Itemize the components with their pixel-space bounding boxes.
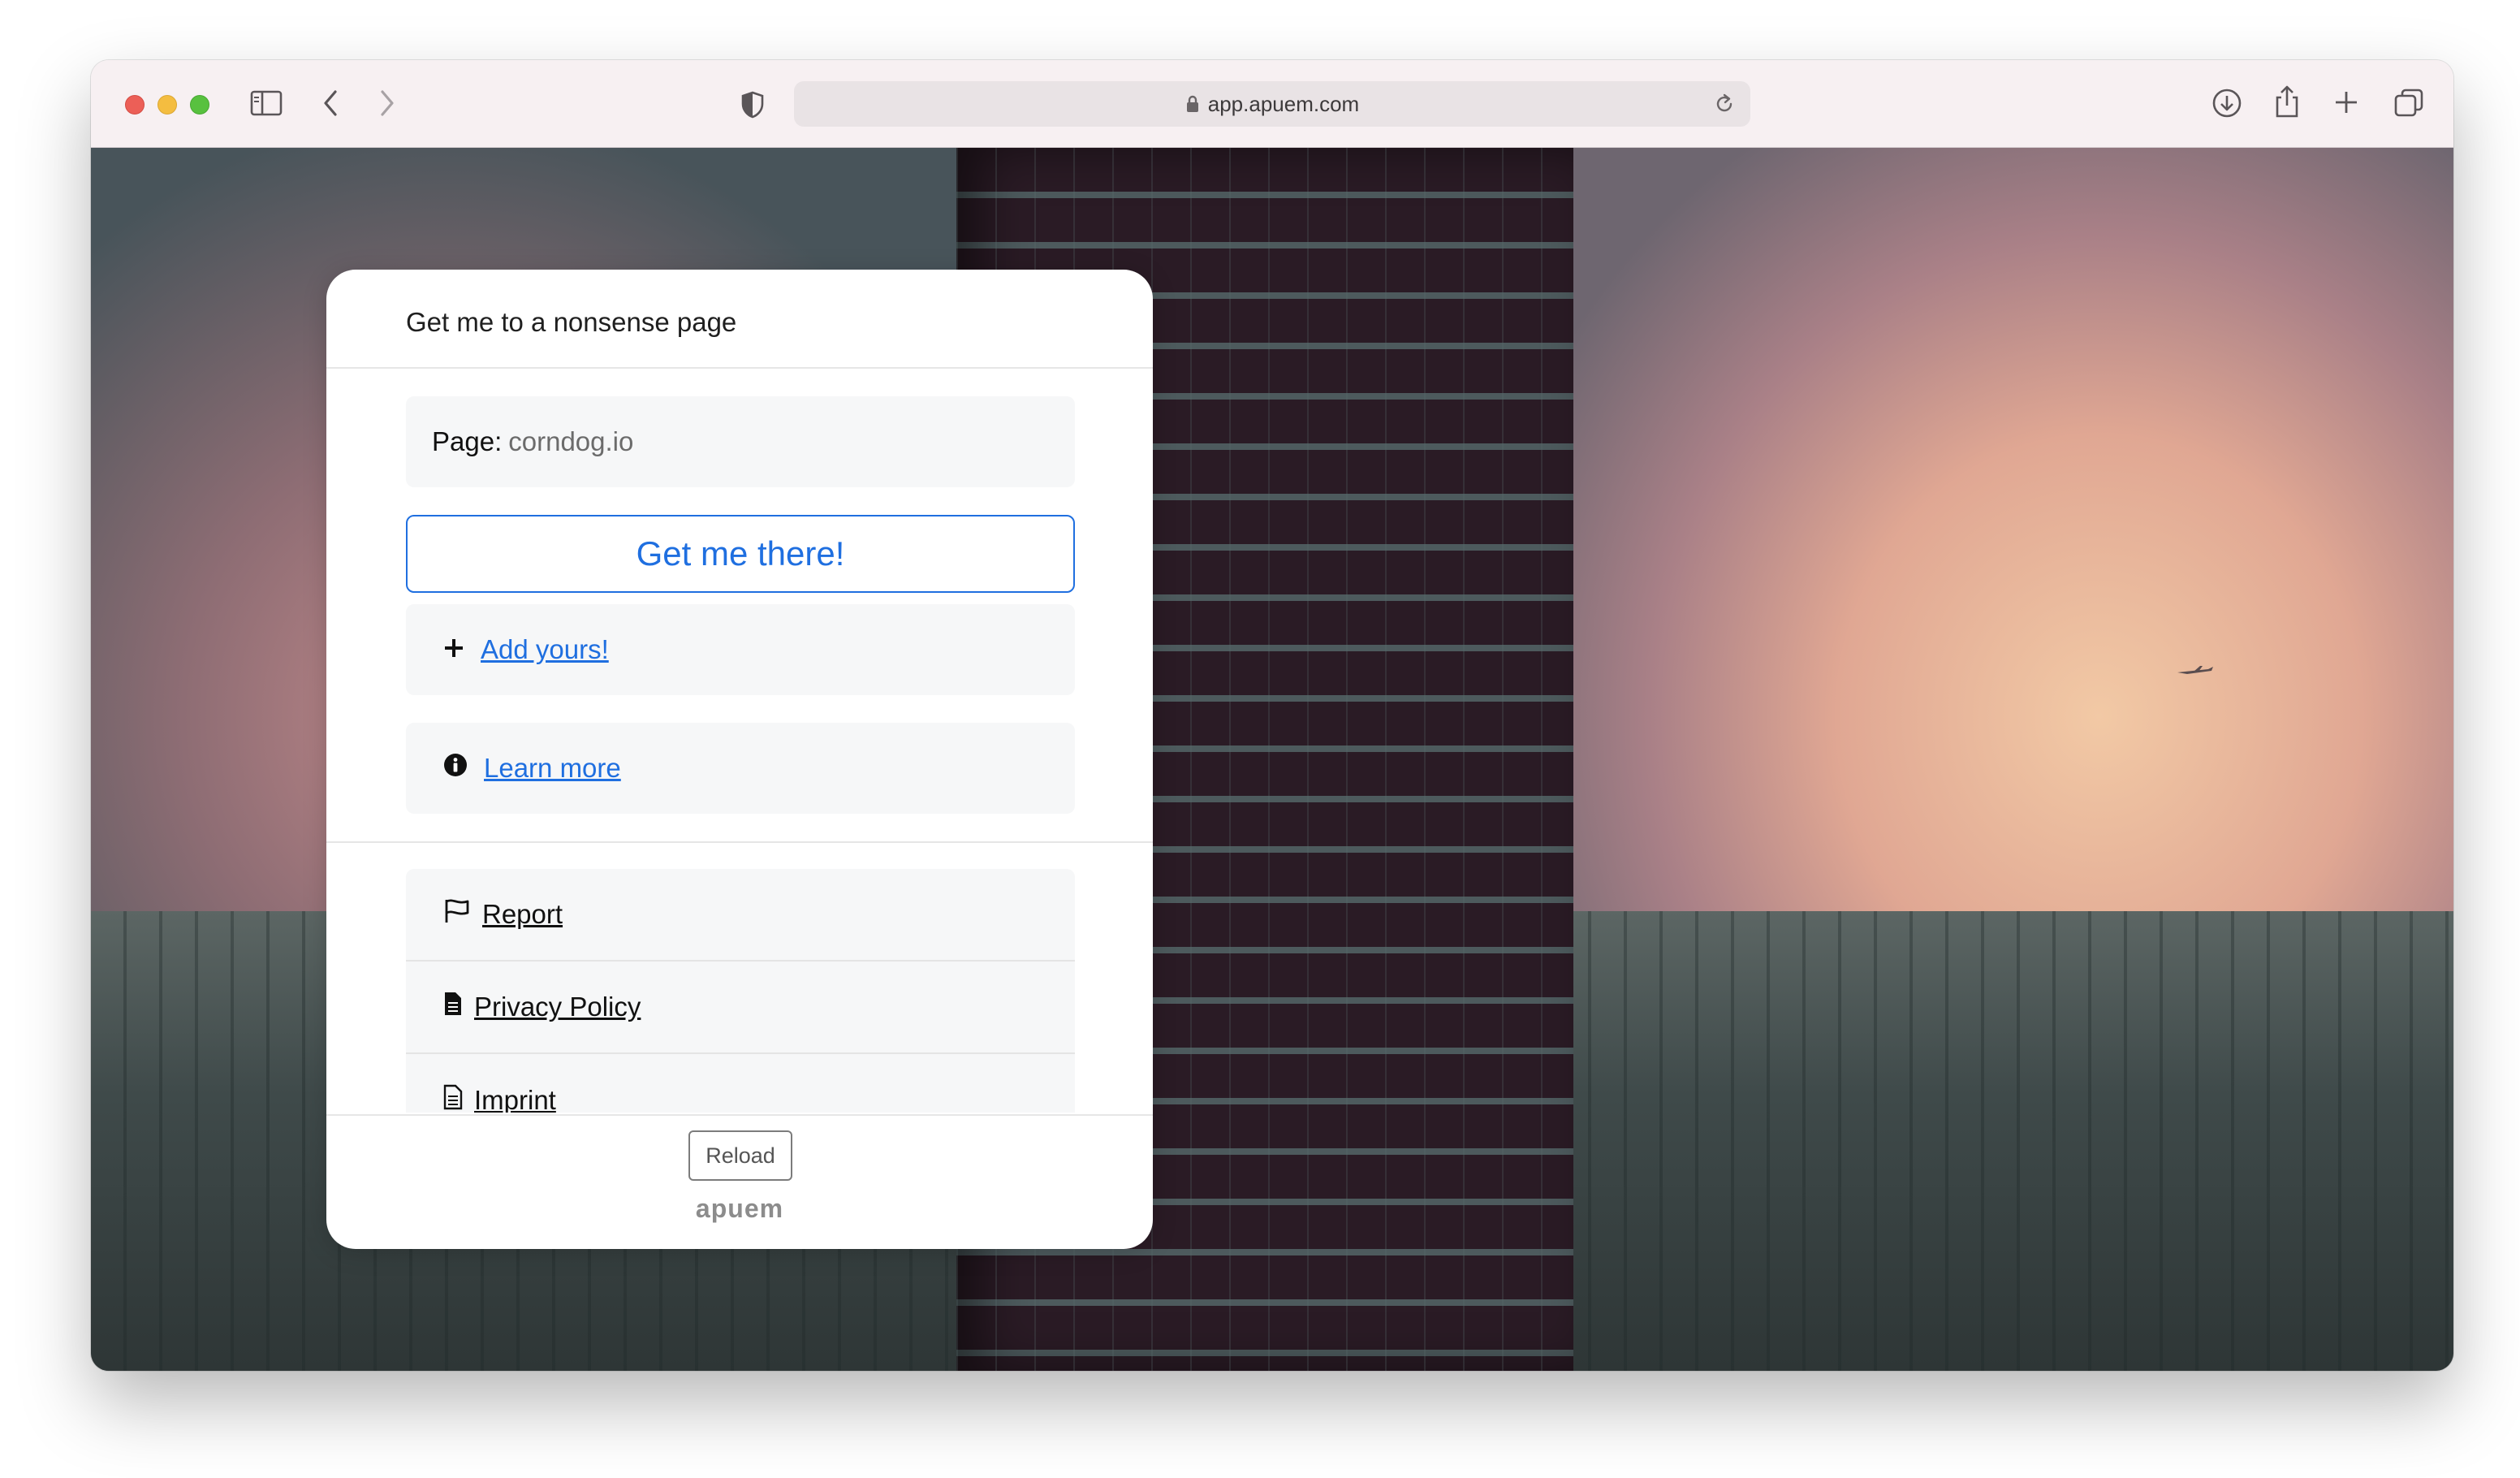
privacy-policy-label: Privacy Policy	[474, 992, 641, 1022]
flag-icon	[443, 898, 471, 931]
redirect-card: Get me to a nonsense page Page: corndog.…	[326, 270, 1153, 1249]
address-bar[interactable]: app.apuem.com	[794, 81, 1750, 127]
browser-toolbar: app.apuem.com	[91, 60, 2453, 148]
divider	[326, 367, 1153, 369]
sidebar-toggle-icon[interactable]	[250, 89, 283, 117]
report-link[interactable]: Report	[406, 869, 1075, 962]
add-yours-row: Add yours!	[406, 604, 1075, 695]
share-icon[interactable]	[2273, 84, 2301, 119]
learn-more-link[interactable]: Learn more	[484, 753, 621, 784]
page-background: Get me to a nonsense page Page: corndog.…	[91, 148, 2453, 1371]
card-title: Get me to a nonsense page	[406, 307, 737, 337]
page-value: corndog.io	[508, 426, 634, 456]
imprint-link[interactable]: Imprint	[406, 1054, 1075, 1113]
sky-right	[1569, 148, 2453, 960]
divider	[326, 841, 1153, 843]
page-label: Page:	[432, 426, 503, 456]
footer-links-list: Report Privacy Policy Imprint	[406, 869, 1075, 1113]
airplane-icon	[2176, 663, 2215, 683]
plus-icon	[443, 634, 464, 665]
privacy-policy-link[interactable]: Privacy Policy	[406, 962, 1075, 1054]
close-window-button[interactable]	[125, 95, 145, 115]
tab-overview-icon[interactable]	[2393, 88, 2424, 119]
imprint-label: Imprint	[474, 1085, 556, 1113]
report-label: Report	[482, 899, 563, 929]
reload-button[interactable]: Reload	[688, 1130, 792, 1181]
page-info-row: Page: corndog.io	[406, 396, 1075, 487]
new-tab-icon[interactable]	[2333, 89, 2359, 115]
document-icon	[443, 991, 463, 1023]
learn-more-row: Learn more	[406, 723, 1075, 814]
add-yours-link[interactable]: Add yours!	[481, 634, 609, 665]
reload-page-icon[interactable]	[1713, 93, 1736, 121]
url-text: app.apuem.com	[1207, 91, 1360, 116]
back-icon[interactable]	[321, 89, 339, 117]
forward-icon[interactable]	[378, 89, 396, 117]
privacy-shield-icon[interactable]	[740, 91, 765, 119]
footer-divider	[326, 1114, 1153, 1116]
minimize-window-button[interactable]	[158, 95, 177, 115]
lock-icon	[1185, 94, 1200, 114]
zoom-window-button[interactable]	[190, 95, 209, 115]
document-outline-icon	[443, 1084, 463, 1113]
brand-logo: apuem	[695, 1194, 784, 1223]
download-icon[interactable]	[2211, 88, 2242, 119]
browser-window: app.apuem.com Get me to a nonsense page	[91, 60, 2453, 1371]
info-icon	[443, 753, 468, 784]
get-me-there-button[interactable]: Get me there!	[406, 515, 1075, 593]
